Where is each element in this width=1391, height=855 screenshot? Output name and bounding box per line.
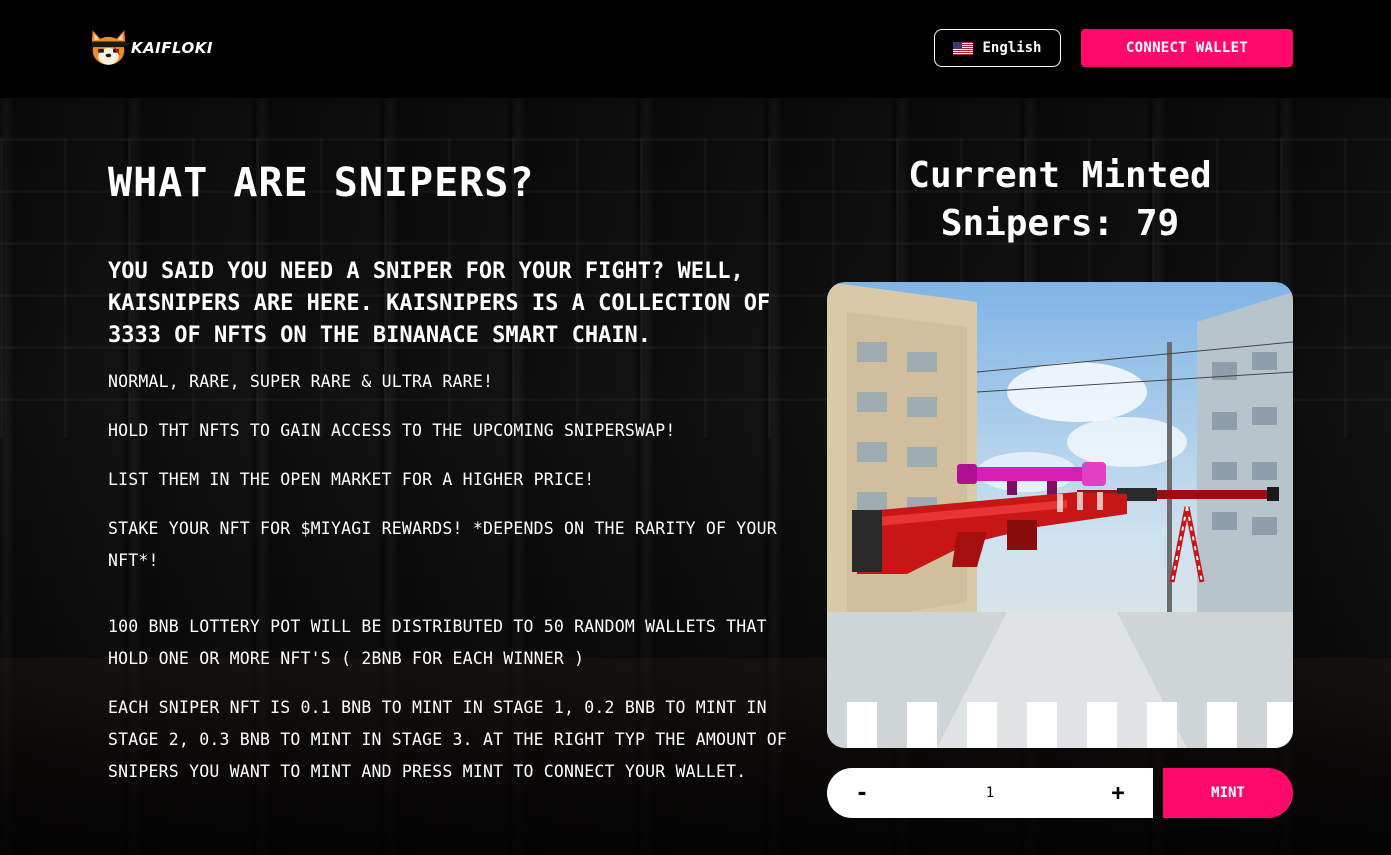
minted-count: Snipers: 79 bbox=[940, 203, 1180, 244]
minted-counter: Current Minted Snipers: 79 bbox=[880, 152, 1240, 248]
sniper-rifle-artwork bbox=[827, 282, 1293, 748]
decrement-button[interactable]: - bbox=[847, 778, 877, 808]
connect-wallet-button[interactable]: CONNECT WALLET bbox=[1081, 29, 1293, 67]
stake-text: STAKE YOUR NFT FOR $MIYAGI REWARDS! *DEP… bbox=[108, 519, 777, 570]
logo-text: KAIFLOKI bbox=[130, 39, 213, 57]
intro-text: YOU SAID YOU NEED A SNIPER FOR YOUR FIGH… bbox=[108, 259, 771, 348]
rarity-text: NORMAL, RARE, SUPER RARE & ULTRA RARE! bbox=[108, 372, 494, 391]
kaifloki-logo[interactable]: KAIFLOKI bbox=[88, 24, 213, 72]
page-title: WHAT ARE SNIPERS? bbox=[108, 160, 535, 206]
increment-button[interactable]: + bbox=[1103, 778, 1133, 808]
mint-button[interactable]: MINT bbox=[1163, 768, 1293, 818]
us-flag-icon bbox=[953, 41, 974, 55]
language-label: English bbox=[982, 40, 1042, 56]
lottery-text: 100 BNB LOTTERY POT WILL BE DISTRIBUTED … bbox=[108, 617, 767, 668]
quantity-stepper: - + bbox=[827, 768, 1153, 818]
quantity-input[interactable] bbox=[930, 785, 1050, 801]
top-header: KAIFLOKI English CONNECT WALLET bbox=[0, 0, 1391, 98]
sniper-nft-image bbox=[827, 282, 1293, 748]
sniperswap-text: HOLD THT NFTS TO GAIN ACCESS TO THE UPCO… bbox=[108, 421, 676, 440]
mint-price-text: EACH SNIPER NFT IS 0.1 BNB TO MINT IN ST… bbox=[108, 698, 787, 781]
minted-label: Current Minted bbox=[908, 155, 1212, 196]
shiba-inu-mascot-icon bbox=[91, 30, 129, 65]
language-selector[interactable]: English bbox=[934, 29, 1061, 67]
market-text: LIST THEM IN THE OPEN MARKET FOR A HIGHE… bbox=[108, 470, 595, 489]
